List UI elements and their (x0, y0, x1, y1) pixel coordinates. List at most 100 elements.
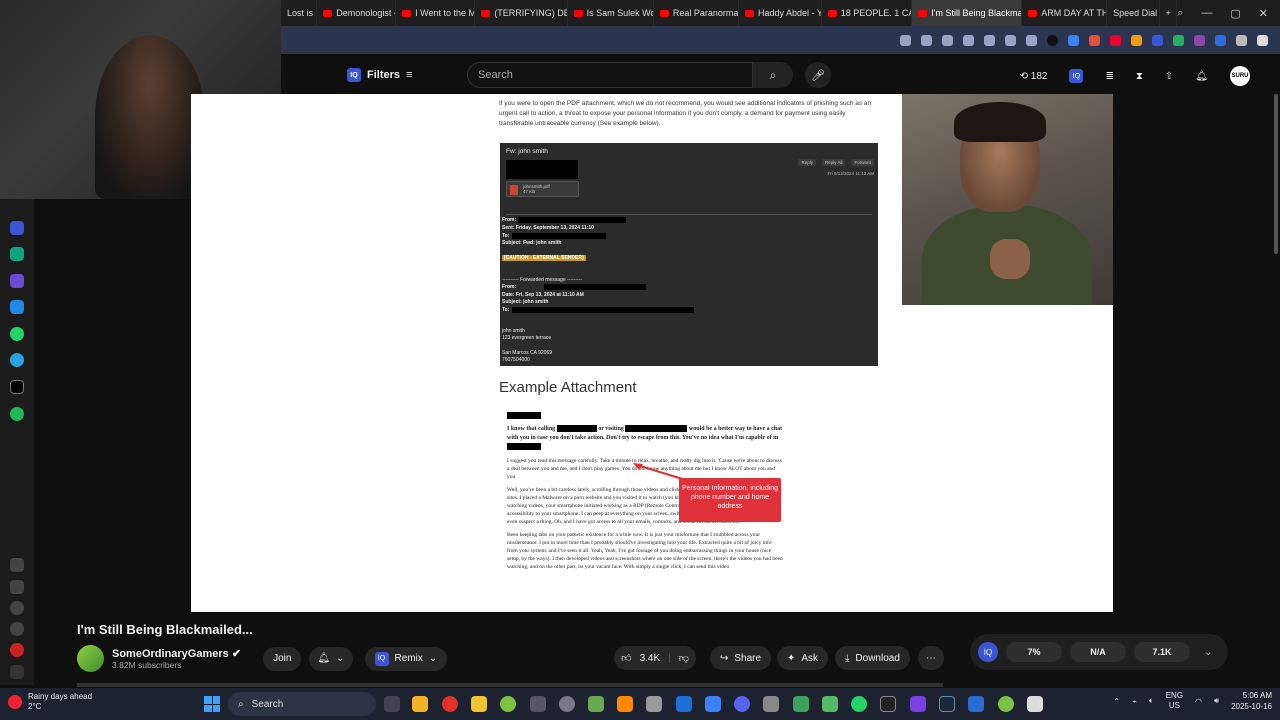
tab-0[interactable]: Lost is (281, 0, 318, 26)
share-button[interactable]: ↪ Share (710, 646, 772, 670)
telegram-icon[interactable] (10, 353, 24, 367)
app-icon[interactable] (880, 696, 896, 712)
calendar-icon[interactable] (1089, 34, 1100, 46)
shield-icon[interactable] (942, 34, 953, 46)
extension-icon[interactable] (10, 643, 24, 657)
extension-icon[interactable] (1152, 34, 1163, 46)
weather-widget[interactable]: Rainy days ahead 2°C (8, 692, 92, 712)
grid-icon[interactable] (10, 558, 24, 572)
app-icon[interactable] (968, 696, 984, 712)
task-view-icon[interactable] (384, 696, 400, 712)
language-indicator[interactable]: ENG US (1166, 691, 1183, 711)
minimize-icon[interactable]: — (1201, 7, 1212, 20)
edit-icon[interactable] (900, 34, 911, 46)
ask-button[interactable]: ✦ Ask (777, 646, 829, 670)
app-icon[interactable] (588, 696, 604, 712)
download-button[interactable]: ⤓ Download (835, 646, 910, 670)
search-button[interactable]: ⌕ (753, 62, 793, 88)
opera-icon[interactable] (442, 696, 458, 712)
puzzle-icon[interactable] (1257, 34, 1268, 46)
voice-search-button[interactable]: 🎤︎ (805, 62, 831, 88)
tab-8-active[interactable]: I'm Still Being Blackmail (912, 0, 1023, 26)
aria-icon[interactable] (10, 221, 24, 235)
search-input[interactable]: Search (467, 62, 753, 88)
like-dislike-button[interactable]: 👍︎ 3.4K | 👎︎ (614, 646, 696, 670)
subscribed-notifications-button[interactable]: 🔔︎ ⌄ (309, 646, 353, 671)
play-icon[interactable] (963, 34, 974, 46)
whatsapp-icon[interactable] (10, 327, 24, 341)
tab-speed-dial[interactable]: Speed Dial (1107, 0, 1160, 26)
x-icon[interactable] (10, 380, 24, 394)
heart-icon[interactable] (984, 34, 995, 46)
app-icon[interactable] (763, 696, 779, 712)
search-tabs-icon[interactable]: ⌕ (1177, 7, 1183, 20)
remix-button[interactable]: IQ Remix ⌄ (364, 646, 448, 671)
channel-avatar[interactable] (77, 645, 104, 672)
messenger-icon[interactable] (10, 300, 24, 314)
queue-icon[interactable]: ≣ (1105, 71, 1113, 82)
tab-9[interactable]: ARM DAY AT TH (1022, 0, 1108, 26)
extension-icon[interactable] (1194, 34, 1205, 46)
rss-icon[interactable] (1131, 34, 1142, 46)
new-tab-button[interactable]: + (1160, 0, 1178, 26)
extension-icon[interactable] (10, 274, 24, 288)
network-icon[interactable]: ⌁ (1132, 697, 1137, 706)
tab-6[interactable]: Haddy Abdel - Y (739, 0, 822, 26)
thumbs-down-icon[interactable]: 👎︎ (679, 652, 689, 664)
discord-icon[interactable] (734, 696, 750, 712)
video-player[interactable]: If you were to open the PDF attachment, … (191, 94, 1113, 612)
spotify-icon[interactable] (10, 407, 24, 421)
close-icon[interactable]: ✕ (1259, 7, 1268, 20)
channel-name[interactable]: SomeOrdinaryGamers ✔ (112, 647, 241, 660)
join-button[interactable]: Join (263, 646, 302, 671)
tab-5[interactable]: Real Paranormal (654, 0, 740, 26)
chevron-down-icon[interactable]: ⌄ (1204, 647, 1212, 658)
app-icon[interactable] (471, 696, 487, 712)
download-icon[interactable] (1005, 34, 1016, 46)
clock-icon[interactable] (10, 601, 24, 615)
more-icon[interactable] (10, 665, 24, 679)
extension-icon[interactable]: ⧗ (1136, 71, 1143, 82)
file-explorer-icon[interactable] (412, 696, 428, 712)
app-icon[interactable] (646, 696, 662, 712)
profile-icon[interactable] (1047, 34, 1058, 46)
vlc-icon[interactable] (617, 696, 633, 712)
steam-icon[interactable] (939, 696, 955, 712)
scrollbar-thumb[interactable] (1274, 94, 1278, 254)
app-icon[interactable] (822, 696, 838, 712)
camera-icon[interactable] (921, 34, 932, 46)
more-actions-button[interactable]: ⋯ (918, 646, 944, 670)
app-icon[interactable] (500, 696, 516, 712)
extension-icon[interactable] (1236, 34, 1247, 46)
account-avatar[interactable]: SURU (1230, 66, 1250, 86)
chatgpt-icon[interactable] (10, 247, 24, 261)
history-counter[interactable]: ⟲ 182 (1020, 71, 1048, 82)
whatsapp-icon[interactable] (851, 696, 867, 712)
clock[interactable]: 5:06 AM 2025-10-16 (1231, 690, 1272, 712)
iq-icon[interactable]: IQ (1069, 69, 1084, 83)
app-icon[interactable] (793, 696, 809, 712)
speaker-icon[interactable]: 🔊︎ (1214, 696, 1219, 706)
extension-icon[interactable] (1110, 34, 1121, 46)
extension-icon[interactable] (1068, 34, 1079, 46)
heart-icon[interactable] (10, 580, 24, 594)
tab-2[interactable]: I Went to the M (396, 0, 476, 26)
app-icon[interactable] (530, 696, 546, 712)
chevron-up-icon[interactable]: ⌃ (1113, 697, 1120, 706)
app-icon[interactable] (910, 696, 926, 712)
thumbs-up-icon[interactable]: 👍︎ (621, 652, 631, 664)
upload-icon[interactable]: ⇧ (1165, 71, 1173, 82)
app-icon[interactable] (1027, 696, 1043, 712)
menu-icon[interactable] (1026, 34, 1037, 46)
notifications-icon[interactable]: 🔔︎ (1195, 71, 1208, 82)
tab-4[interactable]: Is Sam Sulek Wo (568, 0, 654, 26)
app-icon[interactable] (676, 696, 692, 712)
app-icon[interactable] (559, 696, 575, 712)
start-button[interactable] (204, 696, 220, 712)
filters-button[interactable]: IQ Filters ≡ (347, 64, 412, 86)
volume-icon[interactable]: 🔈︎ (1149, 696, 1154, 706)
wifi-icon[interactable]: ◠ (1195, 697, 1202, 706)
gear-icon[interactable] (10, 622, 24, 636)
tab-1[interactable]: Demonologist - (317, 0, 397, 26)
app-icon[interactable] (998, 696, 1014, 712)
